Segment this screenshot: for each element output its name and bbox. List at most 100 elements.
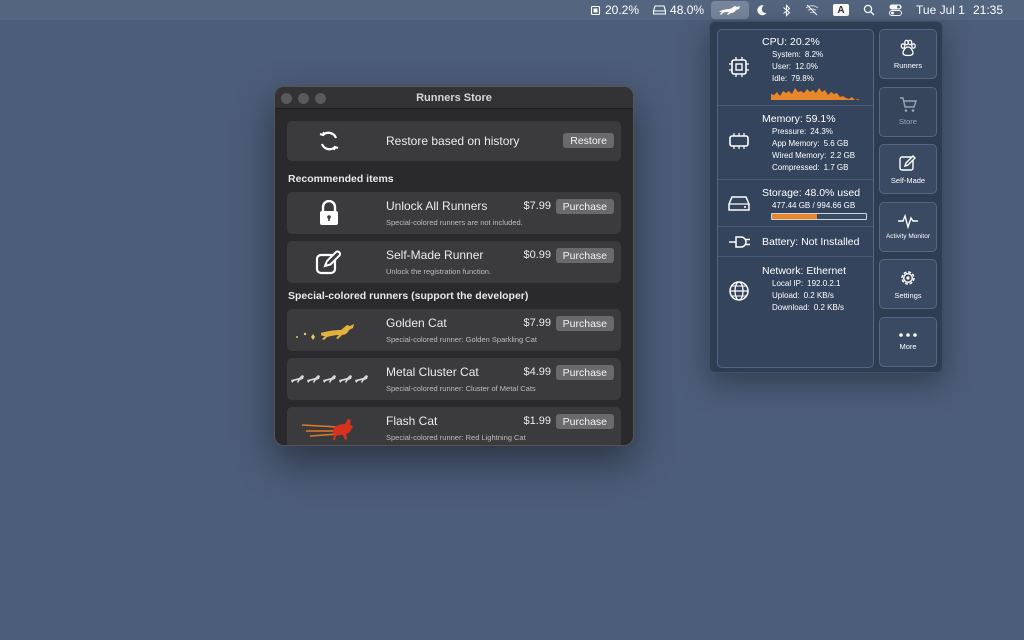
item-title: Metal Cluster Cat [386,365,479,379]
item-price: $7.99 [523,200,551,212]
battery-title: Battery: Not Installed [762,236,860,248]
moon-icon [756,4,768,16]
purchase-button[interactable]: Purchase [555,316,614,331]
activity-monitor-button[interactable]: Activity Monitor [879,201,937,252]
label: System: [772,50,801,59]
storage-section[interactable]: Storage: 48.0% used 477.44 GB / 994.66 G… [718,180,873,227]
cpu-user-row: User: 12.0% [772,62,818,71]
settings-button-label: Settings [894,290,922,300]
restore-button[interactable]: Restore [563,133,614,148]
menu-bar: 20.2% 48.0% A Tue Jul 1 21:35 [0,0,1024,20]
network-section[interactable]: Network: Ethernet Local IP: 192.0.2.1 Upl… [718,257,873,317]
menubar-cpu[interactable]: 20.2% [583,0,646,20]
network-download-row: Download: 0.2 KB/s [772,303,844,312]
label: Pressure: [772,127,807,136]
cpu-system-row: System: 8.2% [772,50,823,59]
label: User: [772,62,792,71]
store-item-golden-cat: Golden Cat $7.99 Purchase Special-colore… [287,309,621,351]
label: App Memory: [772,139,820,148]
search-icon [863,4,875,16]
panel-sidebar: Runners Store Self-Made Activity Monitor… [879,29,937,374]
storage-usage-fill [772,214,818,219]
value: 8.2% [804,50,824,59]
restore-card: Restore based on history Restore [287,121,621,161]
value: 192.0.2.1 [807,279,841,288]
menubar-wifi[interactable] [798,0,826,20]
memory-wired-row: Wired Memory: 2.2 GB [772,151,855,160]
cpu-idle-row: Idle: 79.8% [772,74,814,83]
globe-icon [728,280,750,307]
window-title: Runners Store [416,91,492,104]
restore-arrows-icon [287,121,371,161]
stats-column: CPU: 20.2% System: 8.2% User: 12.0% Idle: 7… [717,29,874,368]
label: Compressed: [772,163,820,172]
cart-icon [899,97,917,113]
menubar-spotlight[interactable] [856,0,882,20]
system-monitor-panel: CPU: 20.2% System: 8.2% User: 12.0% Idle: 7… [709,21,943,373]
disk-icon [653,5,667,15]
menubar-date: Tue Jul 1 [916,3,965,17]
input-source-badge: A [833,4,850,16]
wifi-off-icon [805,4,819,16]
window-titlebar[interactable]: Runners Store [275,87,633,109]
item-price: $1.99 [523,415,551,427]
control-center-icon [889,4,903,16]
network-upload-row: Upload: 0.2 KB/s [772,291,834,300]
recommended-heading: Recommended items [288,173,394,185]
menubar-control-center[interactable] [882,0,909,20]
gear-icon [899,269,917,287]
purchase-button[interactable]: Purchase [555,414,614,429]
zoom-window-button[interactable] [315,93,326,104]
menubar-input-source[interactable]: A [826,0,856,20]
runners-button[interactable]: Runners [879,29,937,79]
purchase-button[interactable]: Purchase [555,248,614,263]
purchase-button[interactable]: Purchase [555,365,614,380]
store-button[interactable]: Store [879,86,937,137]
store-item-flash-cat: Flash Cat $1.99 Purchase Special-colored… [287,407,621,445]
self-made-button[interactable]: Self-Made [879,144,937,194]
menubar-disk[interactable]: 48.0% [646,0,711,20]
item-subtitle: Special-colored runner: Red Lightning Ca… [386,433,526,442]
item-price: $4.99 [523,366,551,378]
close-window-button[interactable] [281,93,292,104]
memory-app-row: App Memory: 5.6 GB [772,139,848,148]
value: 2.2 GB [830,151,856,160]
label: Download: [772,303,810,312]
item-price: $7.99 [523,317,551,329]
settings-button[interactable]: Settings [879,259,937,309]
ellipsis-icon [898,332,918,338]
memory-section[interactable]: Memory: 59.1% Pressure: 24.3% App Memory:… [718,106,873,180]
value: 0.2 KB/s [813,303,845,312]
cpu-section[interactable]: CPU: 20.2% System: 8.2% User: 12.0% Idle: 7… [718,30,873,106]
store-item-unlock-all: Unlock All Runners $7.99 Purchase Specia… [287,192,621,234]
value: 79.8% [791,74,814,83]
bluetooth-icon [782,3,791,17]
storage-detail: 477.44 GB / 994.66 GB [772,201,856,210]
power-plug-icon [728,235,750,254]
menubar-bluetooth[interactable] [775,0,798,20]
menubar-clock[interactable]: Tue Jul 1 21:35 [909,0,1010,20]
running-cat-icon [718,4,742,16]
paw-icon [899,39,917,57]
menubar-runner[interactable] [711,1,750,19]
minimize-window-button[interactable] [298,93,309,104]
value: 0.2 KB/s [803,291,834,300]
activity-monitor-button-label: Activity Monitor [885,233,931,240]
label: Wired Memory: [772,151,827,160]
menubar-cpu-value: 20.2% [604,3,640,17]
edit-icon [899,154,917,172]
value: 5.6 GB [823,139,849,148]
purchase-button[interactable]: Purchase [555,199,614,214]
more-button[interactable]: More [879,316,937,367]
golden-cat-icon [287,309,371,351]
special-heading: Special-colored runners (support the dev… [288,290,529,302]
menubar-focus[interactable] [749,0,775,20]
item-title: Self-Made Runner [386,248,484,262]
label: Local IP: [772,279,804,288]
menubar-time: 21:35 [972,3,1003,17]
more-button-label: More [899,342,917,351]
store-button-label: Store [899,117,917,126]
metal-cats-icon [287,358,371,400]
battery-section[interactable]: Battery: Not Installed [718,227,873,257]
disk-icon [728,196,750,216]
